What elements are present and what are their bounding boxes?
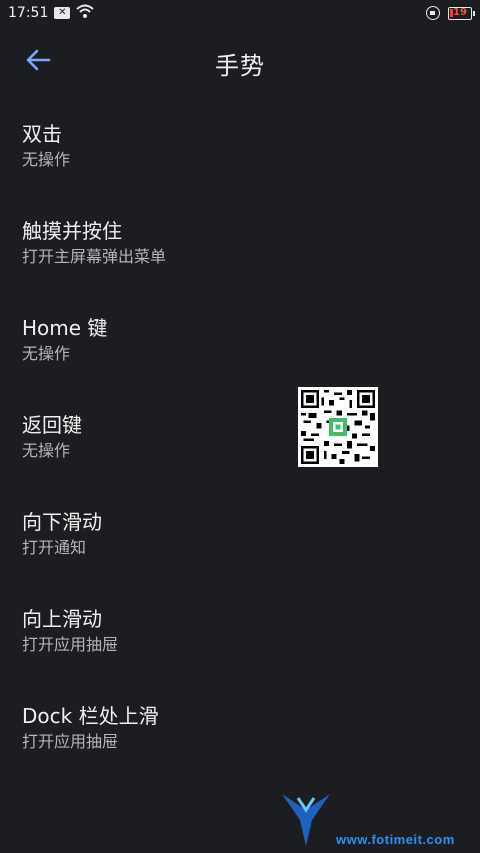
item-subtitle: 无操作 [22, 150, 71, 169]
item-title: Dock 栏处上滑 [22, 704, 159, 728]
setting-double-tap[interactable]: 双击 无操作 [0, 104, 480, 201]
settings-list: 双击 无操作 触摸并按住 打开主屏幕弹出菜单 Home 键 无操作 返回键 无操… [0, 104, 480, 783]
item-title: 向下滑动 [22, 510, 102, 534]
watermark-text: www.fotimeit.com [336, 832, 455, 847]
screen-lock-icon [426, 6, 440, 20]
item-subtitle: 打开应用抽屉 [22, 732, 119, 751]
setting-home-key[interactable]: Home 键 无操作 [0, 298, 480, 395]
watermark-logo-icon [282, 794, 330, 846]
qr-code-image [298, 387, 378, 467]
battery-icon: 19 [448, 6, 475, 20]
item-subtitle: 无操作 [22, 441, 71, 460]
item-subtitle: 打开应用抽屉 [22, 635, 119, 654]
item-subtitle: 无操作 [22, 344, 71, 363]
item-subtitle: 打开通知 [22, 538, 87, 557]
setting-dock-swipe-up[interactable]: Dock 栏处上滑 打开应用抽屉 [0, 686, 480, 783]
item-title: 双击 [22, 122, 62, 146]
app-bar: 手势 [0, 26, 480, 98]
item-title: Home 键 [22, 316, 108, 340]
status-time: 17:51 [8, 5, 49, 21]
wifi-icon [76, 4, 95, 22]
setting-swipe-down[interactable]: 向下滑动 打开通知 [0, 492, 480, 589]
page-title: 手势 [215, 52, 265, 80]
item-title: 触摸并按住 [22, 219, 122, 243]
setting-swipe-up[interactable]: 向上滑动 打开应用抽屉 [0, 589, 480, 686]
item-title: 返回键 [22, 413, 82, 437]
setting-back-key[interactable]: 返回键 无操作 [0, 395, 480, 492]
watermark: www.fotimeit.com [276, 790, 476, 850]
setting-touch-and-hold[interactable]: 触摸并按住 打开主屏幕弹出菜单 [0, 201, 480, 298]
notification-icon: ✕ [54, 7, 71, 19]
item-title: 向上滑动 [22, 607, 102, 631]
item-subtitle: 打开主屏幕弹出菜单 [22, 247, 167, 266]
status-bar: 17:51 ✕ 19 [0, 0, 480, 26]
